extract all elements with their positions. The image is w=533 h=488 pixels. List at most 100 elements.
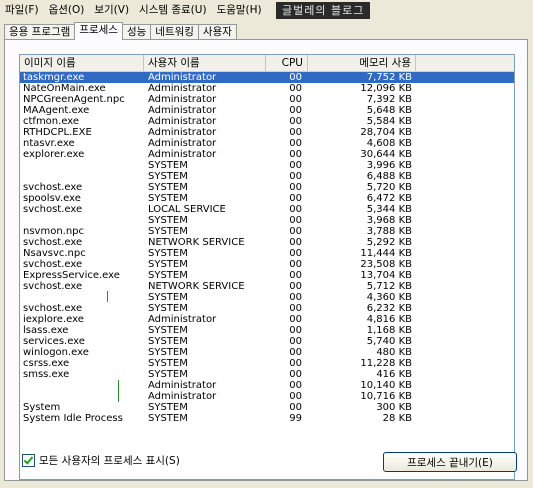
process-row[interactable]: spoolsv.exe SYSTEM 00 6,472 KB xyxy=(20,193,514,204)
process-row[interactable]: NateOnMain.exe Administrator 00 12,096 KB xyxy=(20,83,514,94)
process-row[interactable]: ntasvr.exe Administrator 00 4,608 KB xyxy=(20,138,514,149)
list-header: 이미지 이름 사용자 이름 CPU 메모리 사용 xyxy=(20,55,514,72)
process-cpu: 00 xyxy=(289,149,302,160)
process-user-name: Administrator xyxy=(148,149,217,160)
column-image-name[interactable]: 이미지 이름 xyxy=(20,55,144,71)
process-row[interactable]: services.exe SYSTEM 00 5,740 KB xyxy=(20,336,514,347)
process-row[interactable]: ExpressService.exe SYSTEM 00 13,704 KB xyxy=(20,270,514,281)
column-memory[interactable]: 메모리 사용 xyxy=(308,55,416,71)
process-list[interactable]: 이미지 이름 사용자 이름 CPU 메모리 사용 taskmgr.exe Admi… xyxy=(19,54,515,480)
process-memory: 7,392 KB xyxy=(366,94,412,105)
process-memory: 12,096 KB xyxy=(360,83,412,94)
process-row[interactable]: svchost.exe SYSTEM 00 23,508 KB xyxy=(20,259,514,270)
process-row[interactable]: SYSTEM 00 4,360 KB xyxy=(20,292,514,303)
end-process-button[interactable]: 프로세스 끝내기(E) xyxy=(383,452,517,472)
process-row[interactable]: NPCGreenAgent.npc Administrator 00 7,392 KB xyxy=(20,94,514,105)
process-cpu: 00 xyxy=(289,226,302,237)
process-user-name: SYSTEM xyxy=(148,193,188,204)
process-image-name: winlogon.exe xyxy=(23,347,89,358)
process-memory: 4,816 KB xyxy=(366,314,412,325)
process-memory: 5,712 KB xyxy=(366,281,412,292)
process-memory: 28 KB xyxy=(382,413,412,424)
process-memory: 416 KB xyxy=(376,369,412,380)
process-row[interactable]: taskmgr.exe Administrator 00 7,752 KB xyxy=(20,72,514,83)
tab-applications[interactable]: 응용 프로그램 xyxy=(4,24,76,40)
process-image-name: Nsavsvc.npc xyxy=(23,248,86,259)
process-memory: 5,292 KB xyxy=(366,237,412,248)
process-image-name: svchost.exe xyxy=(23,237,83,248)
blog-watermark: 글벌레의 블로그 xyxy=(276,2,371,19)
process-image-name: explorer.exe xyxy=(23,149,85,160)
process-row[interactable]: svchost.exe LOCAL SERVICE 00 5,344 KB xyxy=(20,204,514,215)
process-memory: 10,716 KB xyxy=(360,391,412,402)
process-user-name: SYSTEM xyxy=(148,160,188,171)
process-row[interactable]: MAAgent.exe Administrator 00 5,648 KB xyxy=(20,105,514,116)
process-row[interactable]: iexplore.exe Administrator 00 4,816 KB xyxy=(20,314,514,325)
process-row[interactable]: System SYSTEM 00 300 KB xyxy=(20,402,514,413)
tab-networking[interactable]: 네트워킹 xyxy=(150,24,199,40)
process-user-name: SYSTEM xyxy=(148,171,188,182)
process-row[interactable]: svchost.exe NETWORK SERVICE 00 5,712 KB xyxy=(20,281,514,292)
process-cpu: 00 xyxy=(289,193,302,204)
process-user-name: SYSTEM xyxy=(148,369,188,380)
process-memory: 5,648 KB xyxy=(366,105,412,116)
process-memory: 6,488 KB xyxy=(366,171,412,182)
process-row[interactable]: Administrator 00 10,716 KB xyxy=(20,391,514,402)
show-all-processes[interactable]: 모든 사용자의 프로세스 표시(S) xyxy=(22,453,180,468)
process-row[interactable]: explorer.exe Administrator 00 30,644 KB xyxy=(20,149,514,160)
process-row[interactable]: svchost.exe SYSTEM 00 5,720 KB xyxy=(20,182,514,193)
process-row[interactable]: ctfmon.exe Administrator 00 5,584 KB xyxy=(20,116,514,127)
column-user-name[interactable]: 사용자 이름 xyxy=(144,55,266,71)
column-cpu[interactable]: CPU xyxy=(266,55,308,71)
process-user-name: SYSTEM xyxy=(148,413,188,424)
process-user-name: SYSTEM xyxy=(148,358,188,369)
process-memory: 5,740 KB xyxy=(366,336,412,347)
menu-view[interactable]: 보기(V) xyxy=(89,0,134,20)
process-row[interactable]: smss.exe SYSTEM 00 416 KB xyxy=(20,369,514,380)
menu-file[interactable]: 파일(F) xyxy=(0,0,44,20)
process-memory: 5,344 KB xyxy=(366,204,412,215)
process-memory: 23,508 KB xyxy=(360,259,412,270)
show-all-checkbox[interactable] xyxy=(22,454,35,467)
process-image-name: csrss.exe xyxy=(23,358,70,369)
process-user-name: SYSTEM xyxy=(148,347,188,358)
process-user-name: SYSTEM xyxy=(148,226,188,237)
tab-performance[interactable]: 성능 xyxy=(121,24,152,40)
process-row[interactable]: Nsavsvc.npc SYSTEM 00 11,444 KB xyxy=(20,248,514,259)
process-memory: 3,788 KB xyxy=(366,226,412,237)
process-image-name: taskmgr.exe xyxy=(23,72,85,83)
process-cpu: 00 xyxy=(289,292,302,303)
show-all-label: 모든 사용자의 프로세스 표시(S) xyxy=(39,455,180,467)
menu-help[interactable]: 도움말(H) xyxy=(212,0,267,20)
process-cpu: 00 xyxy=(289,358,302,369)
process-cpu: 00 xyxy=(289,215,302,226)
process-row[interactable]: Administrator 00 10,140 KB xyxy=(20,380,514,391)
process-image-name: services.exe xyxy=(23,336,85,347)
menu-options[interactable]: 옵션(O) xyxy=(44,0,90,20)
tab-users[interactable]: 사용자 xyxy=(197,24,237,40)
process-cpu: 00 xyxy=(289,380,302,391)
process-row[interactable]: SYSTEM 00 6,488 KB xyxy=(20,171,514,182)
process-image-name: lsass.exe xyxy=(23,325,69,336)
process-row[interactable]: svchost.exe SYSTEM 00 6,232 KB xyxy=(20,303,514,314)
process-memory: 7,752 KB xyxy=(366,72,412,83)
process-row[interactable]: winlogon.exe SYSTEM 00 480 KB xyxy=(20,347,514,358)
process-user-name: SYSTEM xyxy=(148,270,188,281)
process-cpu: 00 xyxy=(289,314,302,325)
menu-bar: 파일(F) 옵션(O) 보기(V) 시스템 종료(U) 도움말(H) xyxy=(0,0,533,20)
process-cpu: 00 xyxy=(289,391,302,402)
process-row[interactable]: RTHDCPL.EXE Administrator 00 28,704 KB xyxy=(20,127,514,138)
process-row[interactable]: SYSTEM 00 3,996 KB xyxy=(20,160,514,171)
process-row[interactable]: nsvmon.npc SYSTEM 00 3,788 KB xyxy=(20,226,514,237)
tab-bar: 응용 프로그램 프로세스 성능 네트워킹 사용자 xyxy=(4,22,237,40)
process-row[interactable]: lsass.exe SYSTEM 00 1,168 KB xyxy=(20,325,514,336)
process-memory: 1,168 KB xyxy=(366,325,412,336)
menu-shutdown[interactable]: 시스템 종료(U) xyxy=(134,0,212,20)
process-row[interactable]: csrss.exe SYSTEM 00 11,228 KB xyxy=(20,358,514,369)
process-row[interactable]: System Idle Process SYSTEM 99 28 KB xyxy=(20,413,514,424)
tab-processes[interactable]: 프로세스 xyxy=(74,22,123,40)
process-cpu: 00 xyxy=(289,325,302,336)
process-row[interactable]: SYSTEM 00 3,968 KB xyxy=(20,215,514,226)
process-row[interactable]: svchost.exe NETWORK SERVICE 00 5,292 KB xyxy=(20,237,514,248)
annotation-mark xyxy=(118,380,119,402)
